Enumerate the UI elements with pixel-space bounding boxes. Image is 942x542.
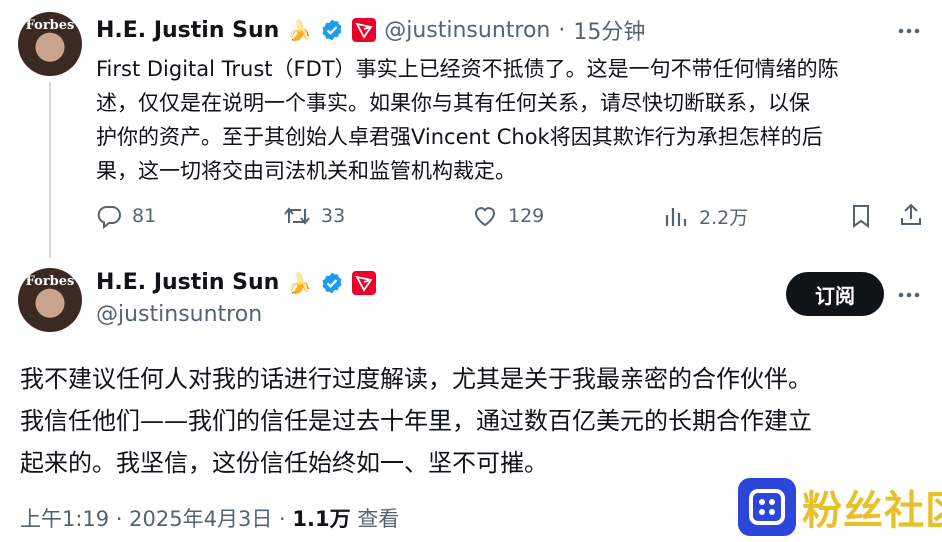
like-button[interactable]: 129 — [472, 203, 544, 229]
banana-emoji: 🍌 — [287, 270, 313, 295]
avatar-brand: Forbes — [25, 18, 75, 33]
text-line: 我信任他们——我们的信任是过去十年里，通过数百亿美元的长期合作建立 — [20, 407, 812, 435]
text-line: First Digital Trust（FDT）事实上已经资不抵债了。这是一句不… — [96, 57, 839, 81]
avatar[interactable]: Forbes — [18, 268, 82, 332]
separator-dot: · — [558, 17, 566, 43]
text-line: 我不建议任何人对我的话进行过度解读，尤其是关于我最亲密的合作伙伴。 — [20, 365, 812, 393]
more-options-icon[interactable] — [896, 282, 922, 308]
repost-count: 33 — [321, 205, 346, 227]
main-post-text: 我不建议任何人对我的话进行过度解读，尤其是关于我最亲密的合作伙伴。 我信任他们—… — [20, 358, 925, 484]
author-handle[interactable]: @justinsuntron — [384, 18, 550, 43]
heart-icon — [472, 203, 498, 229]
verified-badge-icon[interactable] — [320, 18, 344, 42]
tron-affiliate-icon[interactable] — [352, 270, 377, 295]
avatar-brand: Forbes — [25, 274, 75, 289]
watermark-text: 粉丝社区 — [802, 488, 942, 534]
share-icon[interactable] — [898, 202, 924, 228]
text-line: 护你的资产。至于其创始人卓君强Vincent Chok将因其欺诈行为承担怎样的后 — [96, 125, 823, 149]
bookmark-icon[interactable] — [848, 203, 874, 229]
main-post-header: H.E. Justin Sun 🍌 — [96, 270, 377, 295]
thread-line — [49, 82, 51, 258]
text-line: 果，这一切将交由司法机关和监管机构裁定。 — [96, 159, 516, 183]
views-label: 查看 — [350, 507, 400, 531]
author-handle[interactable]: @justinsuntron — [96, 302, 262, 327]
verified-badge-icon[interactable] — [320, 271, 344, 295]
post-time[interactable]: 15分钟 — [573, 14, 645, 46]
reply-icon — [96, 203, 122, 229]
author-name[interactable]: H.E. Justin Sun — [96, 270, 279, 295]
post-meta: 上午1:19 · 2025年4月3日 · 1.1万 查看 — [20, 503, 399, 533]
subscribe-button[interactable]: 订阅 — [786, 272, 884, 316]
watermark-logo-icon — [738, 478, 796, 536]
quoted-post-text: First Digital Trust（FDT）事实上已经资不抵债了。这是一句不… — [96, 52, 926, 188]
text-line: 述，仅仅是在说明一个事实。如果你与其有任何关系，请尽快切断联系，以保 — [96, 91, 810, 115]
like-count: 129 — [508, 205, 545, 227]
reply-button[interactable]: 81 — [96, 203, 156, 229]
reply-count: 81 — [132, 205, 157, 227]
quoted-post-header: H.E. Justin Sun 🍌 @justinsuntron · 15分钟 — [96, 14, 645, 46]
watermark: 粉丝社区 — [738, 478, 942, 536]
banana-emoji: 🍌 — [287, 18, 313, 42]
views-total: 1.1万 — [292, 507, 351, 531]
analytics-icon — [663, 204, 689, 230]
views-button[interactable]: 2.2万 — [663, 203, 748, 230]
author-name[interactable]: H.E. Justin Sun — [96, 18, 279, 43]
repost-icon — [283, 203, 311, 229]
tron-affiliate-icon[interactable] — [352, 18, 377, 42]
views-count: 2.2万 — [699, 207, 749, 229]
repost-button[interactable]: 33 — [283, 203, 345, 229]
avatar[interactable]: Forbes — [18, 12, 82, 76]
post-timestamp[interactable]: 上午1:19 · 2025年4月3日 · — [20, 507, 292, 531]
more-options-icon[interactable] — [896, 18, 922, 44]
